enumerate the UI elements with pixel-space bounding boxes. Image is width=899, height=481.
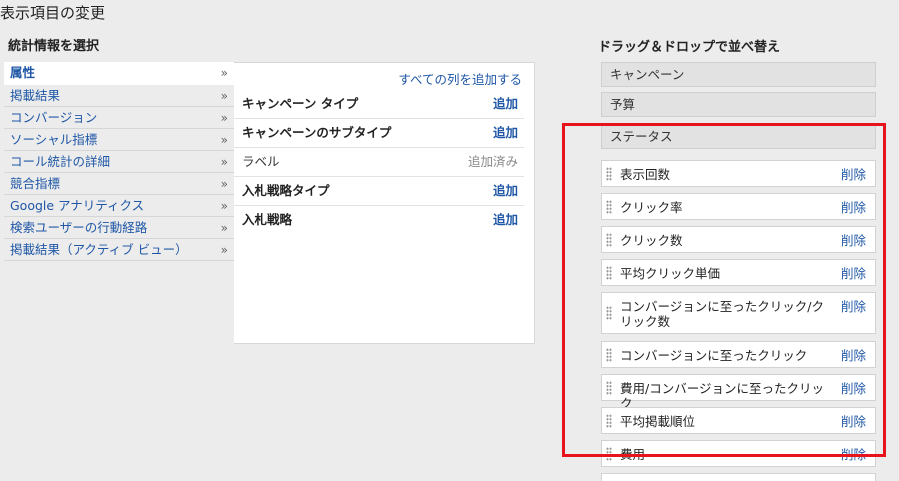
column-label: 表示回数 xyxy=(620,167,671,182)
add-link[interactable]: 追加 xyxy=(493,89,518,118)
category-performance[interactable]: 掲載結果 » xyxy=(4,85,234,107)
remove-link[interactable]: 削除 xyxy=(841,266,866,281)
category-label: ソーシャル指標 xyxy=(10,132,98,147)
column-item-converted-clicks[interactable]: コンバージョンに至ったクリック 削除 xyxy=(601,341,876,368)
column-item-avg-cpc[interactable]: 平均クリック単価 削除 xyxy=(601,259,876,286)
column-label: 平均クリック単価 xyxy=(620,266,721,281)
drag-handle-icon[interactable] xyxy=(606,265,612,280)
attribute-panel: すべての列を追加する キャンペーン タイプ 追加 キャンペーンのサブタイプ 追加… xyxy=(234,62,535,344)
attribute-label: 入札戦略 xyxy=(242,212,293,227)
drag-handle-icon[interactable] xyxy=(606,380,612,395)
attribute-row: キャンペーン タイプ 追加 xyxy=(234,89,524,119)
column-label: コンバージョンに至ったクリック xyxy=(620,348,808,363)
column-item-clicks[interactable]: クリック数 削除 xyxy=(601,226,876,253)
fixed-column-status: ステータス xyxy=(601,124,876,149)
chevron-right-icon: » xyxy=(220,133,228,147)
category-active-view[interactable]: 掲載結果（アクティブ ビュー） » xyxy=(4,239,234,261)
chevron-right-icon: » xyxy=(220,89,228,103)
category-label: 競合指標 xyxy=(10,176,61,191)
remove-link[interactable]: 削除 xyxy=(841,200,866,215)
category-label: 掲載結果（アクティブ ビュー） xyxy=(10,242,188,257)
column-label: 費用 xyxy=(620,447,646,462)
added-status: 追加済み xyxy=(467,154,518,169)
category-label: コール統計の詳細 xyxy=(10,154,111,169)
category-label: コンバージョン xyxy=(10,110,98,125)
column-item-cost[interactable]: 費用 削除 xyxy=(601,440,876,467)
category-attributes[interactable]: 属性 » xyxy=(4,62,234,85)
attribute-label: ラベル xyxy=(242,154,280,169)
remove-link[interactable]: 削除 xyxy=(841,348,866,363)
category-label: 検索ユーザーの行動経路 xyxy=(10,220,148,235)
column-item-ctr[interactable]: クリック率 削除 xyxy=(601,193,876,220)
add-link[interactable]: 追加 xyxy=(493,205,518,234)
category-label: 掲載結果 xyxy=(10,88,61,103)
category-search-funnels[interactable]: 検索ユーザーの行動経路 » xyxy=(4,217,234,239)
add-link[interactable]: 追加 xyxy=(493,176,518,205)
add-link[interactable]: 追加 xyxy=(493,118,518,147)
category-conversions[interactable]: コンバージョン » xyxy=(4,107,234,129)
category-list: 属性 » 掲載結果 » コンバージョン » ソーシャル指標 » コール統計の詳細 » 競合… xyxy=(4,62,234,261)
chevron-right-icon: » xyxy=(220,155,228,169)
attribute-label: キャンペーンのサブタイプ xyxy=(242,125,392,140)
select-stats-heading: 統計情報を選択 xyxy=(8,39,100,54)
column-label: クリック率 xyxy=(620,200,683,215)
attribute-row: 入札戦略 追加 xyxy=(234,205,524,234)
column-label: コンバージョンに至ったクリック/クリック数 xyxy=(620,299,824,329)
drag-drop-heading: ドラッグ＆ドロップで並べ替え xyxy=(598,40,781,55)
chevron-right-icon: » xyxy=(220,66,228,80)
attribute-label: キャンペーン タイプ xyxy=(242,96,359,111)
column-label: クリック数 xyxy=(620,233,683,248)
column-item-conv-rate[interactable]: コンバージョンに至ったクリック/クリック数 削除 xyxy=(601,292,876,334)
drag-handle-icon[interactable] xyxy=(606,232,612,247)
drag-handle-icon[interactable] xyxy=(606,347,612,362)
category-call-details[interactable]: コール統計の詳細 » xyxy=(4,151,234,173)
remove-link[interactable]: 削除 xyxy=(841,299,866,314)
column-item-partial[interactable] xyxy=(601,473,876,481)
add-all-columns-link[interactable]: すべての列を追加する xyxy=(398,69,522,88)
chevron-right-icon: » xyxy=(220,243,228,257)
drag-handle-icon[interactable] xyxy=(606,413,612,428)
chevron-right-icon: » xyxy=(220,199,228,213)
attribute-row: 入札戦略タイプ 追加 xyxy=(234,176,524,206)
column-item-avg-position[interactable]: 平均掲載順位 削除 xyxy=(601,407,876,434)
category-google-analytics[interactable]: Google アナリティクス » xyxy=(4,195,234,217)
drag-handle-icon[interactable] xyxy=(606,446,612,461)
drag-handle-icon[interactable] xyxy=(606,306,612,320)
fixed-column-campaign: キャンペーン xyxy=(601,62,876,87)
drag-handle-icon[interactable] xyxy=(606,166,612,181)
category-competitive[interactable]: 競合指標 » xyxy=(4,173,234,195)
category-label: 属性 xyxy=(10,65,36,80)
remove-link[interactable]: 削除 xyxy=(841,414,866,429)
category-label: Google アナリティクス xyxy=(10,198,145,213)
chevron-right-icon: » xyxy=(220,177,228,191)
chevron-right-icon: » xyxy=(220,111,228,125)
category-social[interactable]: ソーシャル指標 » xyxy=(4,129,234,151)
attribute-label: 入札戦略タイプ xyxy=(242,183,330,198)
remove-link[interactable]: 削除 xyxy=(841,167,866,182)
column-label: 平均掲載順位 xyxy=(620,414,696,429)
column-item-impressions[interactable]: 表示回数 削除 xyxy=(601,160,876,187)
page-title: 表示項目の変更 xyxy=(0,4,106,22)
chevron-right-icon: » xyxy=(220,221,228,235)
remove-link[interactable]: 削除 xyxy=(841,447,866,462)
attribute-row: ラベル 追加済み xyxy=(234,147,524,177)
column-item-cost-per-conv[interactable]: 費用/コンバージョンに至ったクリック 削除 xyxy=(601,374,876,411)
drag-handle-icon[interactable] xyxy=(606,199,612,214)
remove-link[interactable]: 削除 xyxy=(841,233,866,248)
fixed-column-budget: 予算 xyxy=(601,92,876,117)
attribute-row: キャンペーンのサブタイプ 追加 xyxy=(234,118,524,148)
remove-link[interactable]: 削除 xyxy=(841,381,866,396)
